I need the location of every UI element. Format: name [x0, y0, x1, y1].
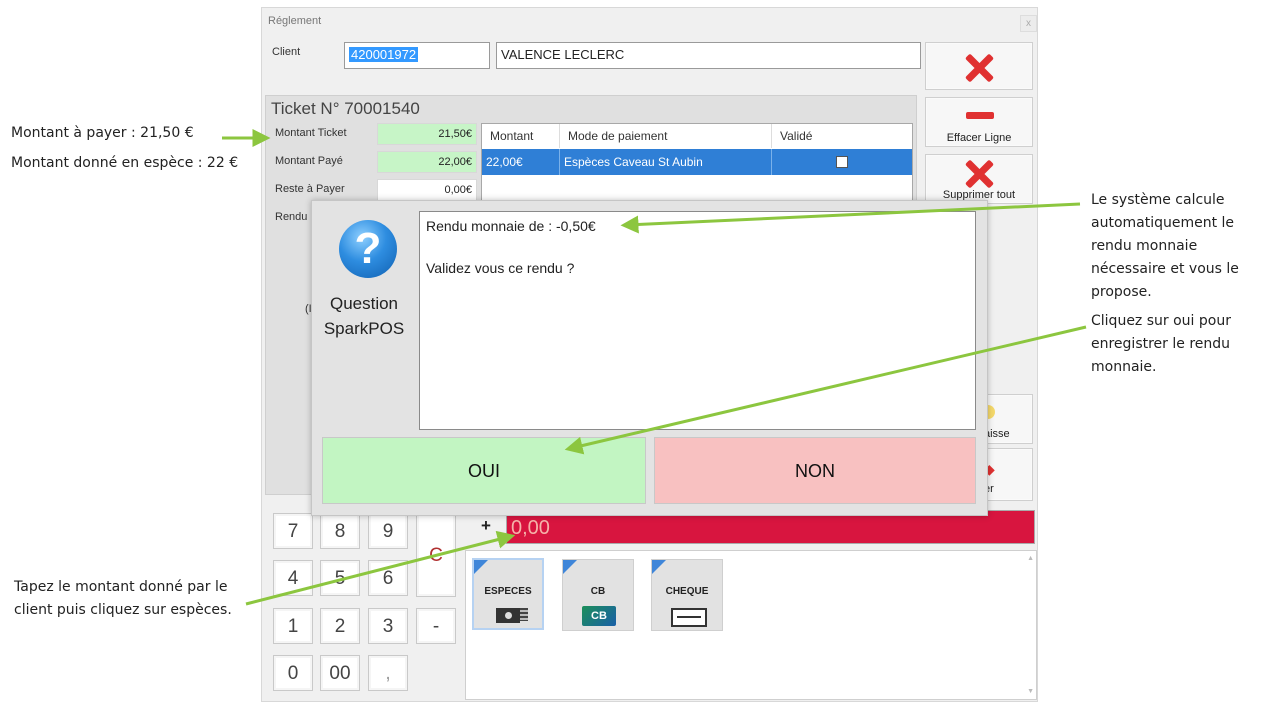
- arrow-oui: [564, 325, 1087, 455]
- arrow-tapez: [245, 530, 516, 606]
- annotation-arrows: [222, 129, 1087, 606]
- arrow-rendu: [620, 202, 1081, 234]
